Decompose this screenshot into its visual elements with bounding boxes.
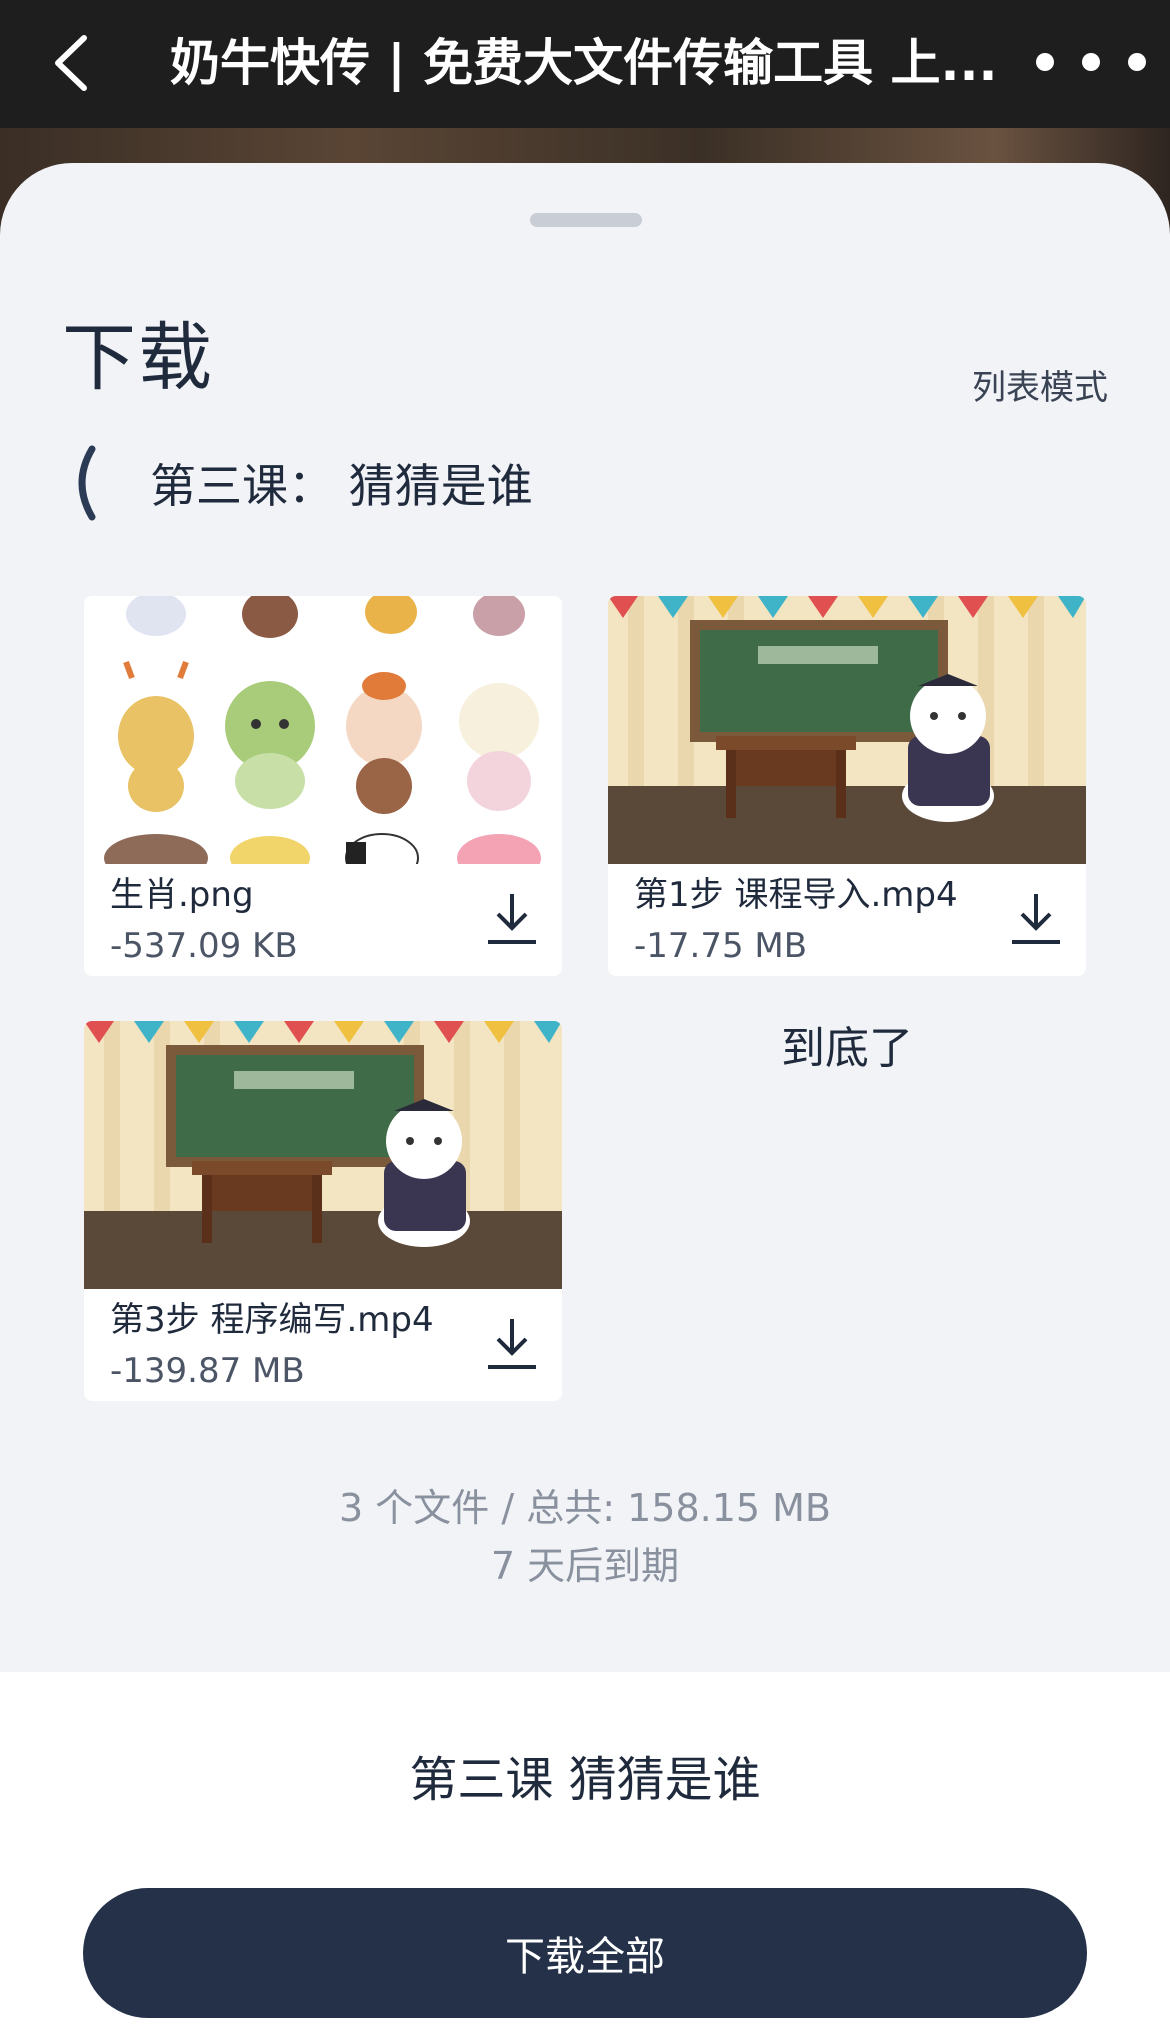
file-card[interactable]: 第1步 课程导入.mp4 -17.75 MB — [608, 596, 1086, 976]
download-icon[interactable] — [484, 888, 540, 948]
list-mode-toggle[interactable]: 列表模式 — [972, 363, 1108, 413]
file-name: 第3步 程序编写.mp4 — [110, 1300, 434, 1340]
page-title: 奶牛快传 | 免费大文件传输工具 上... — [170, 34, 998, 92]
end-of-list-text: 到底了 — [781, 1023, 913, 1074]
zodiac-animals-image — [84, 596, 562, 864]
file-name: 生肖.png — [110, 875, 254, 915]
folder-name: 第三课： 猜猜是谁 — [150, 459, 533, 513]
transfer-title: 第三课 猜猜是谁 — [409, 1752, 761, 1808]
files-summary: 3 个文件 / 总共: 158.15 MB 7 天后到期 — [0, 1480, 1170, 1594]
file-size: -139.87 MB — [110, 1351, 305, 1391]
chevron-left-icon[interactable] — [44, 30, 104, 96]
bottom-action-area: 第三课 猜猜是谁 下载全部 — [0, 1672, 1170, 2039]
file-size: -537.09 KB — [110, 926, 298, 966]
file-name: 第1步 课程导入.mp4 — [634, 875, 958, 915]
folder-breadcrumb: 第三课： 猜猜是谁 — [62, 433, 533, 533]
more-dots-icon[interactable] — [1036, 44, 1146, 80]
file-card[interactable]: 生肖.png -537.09 KB — [84, 596, 562, 976]
top-nav-bar: 奶牛快传 | 免费大文件传输工具 上... — [0, 0, 1170, 128]
file-size: -17.75 MB — [634, 926, 808, 966]
expiry-text: 7 天后到期 — [490, 1544, 680, 1588]
sheet-title: 下载 — [62, 315, 214, 401]
classroom-video-thumbnail — [608, 596, 1086, 864]
chevron-left-icon[interactable] — [62, 443, 102, 523]
download-icon[interactable] — [484, 1313, 540, 1373]
file-card[interactable]: 第3步 程序编写.mp4 -139.87 MB — [84, 1021, 562, 1401]
file-count-total: 3 个文件 / 总共: 158.15 MB — [339, 1486, 831, 1530]
download-all-button[interactable]: 下载全部 — [83, 1888, 1087, 2018]
download-icon[interactable] — [1008, 888, 1064, 948]
classroom-video-thumbnail — [84, 1021, 562, 1289]
sheet-drag-handle[interactable] — [530, 213, 642, 227]
